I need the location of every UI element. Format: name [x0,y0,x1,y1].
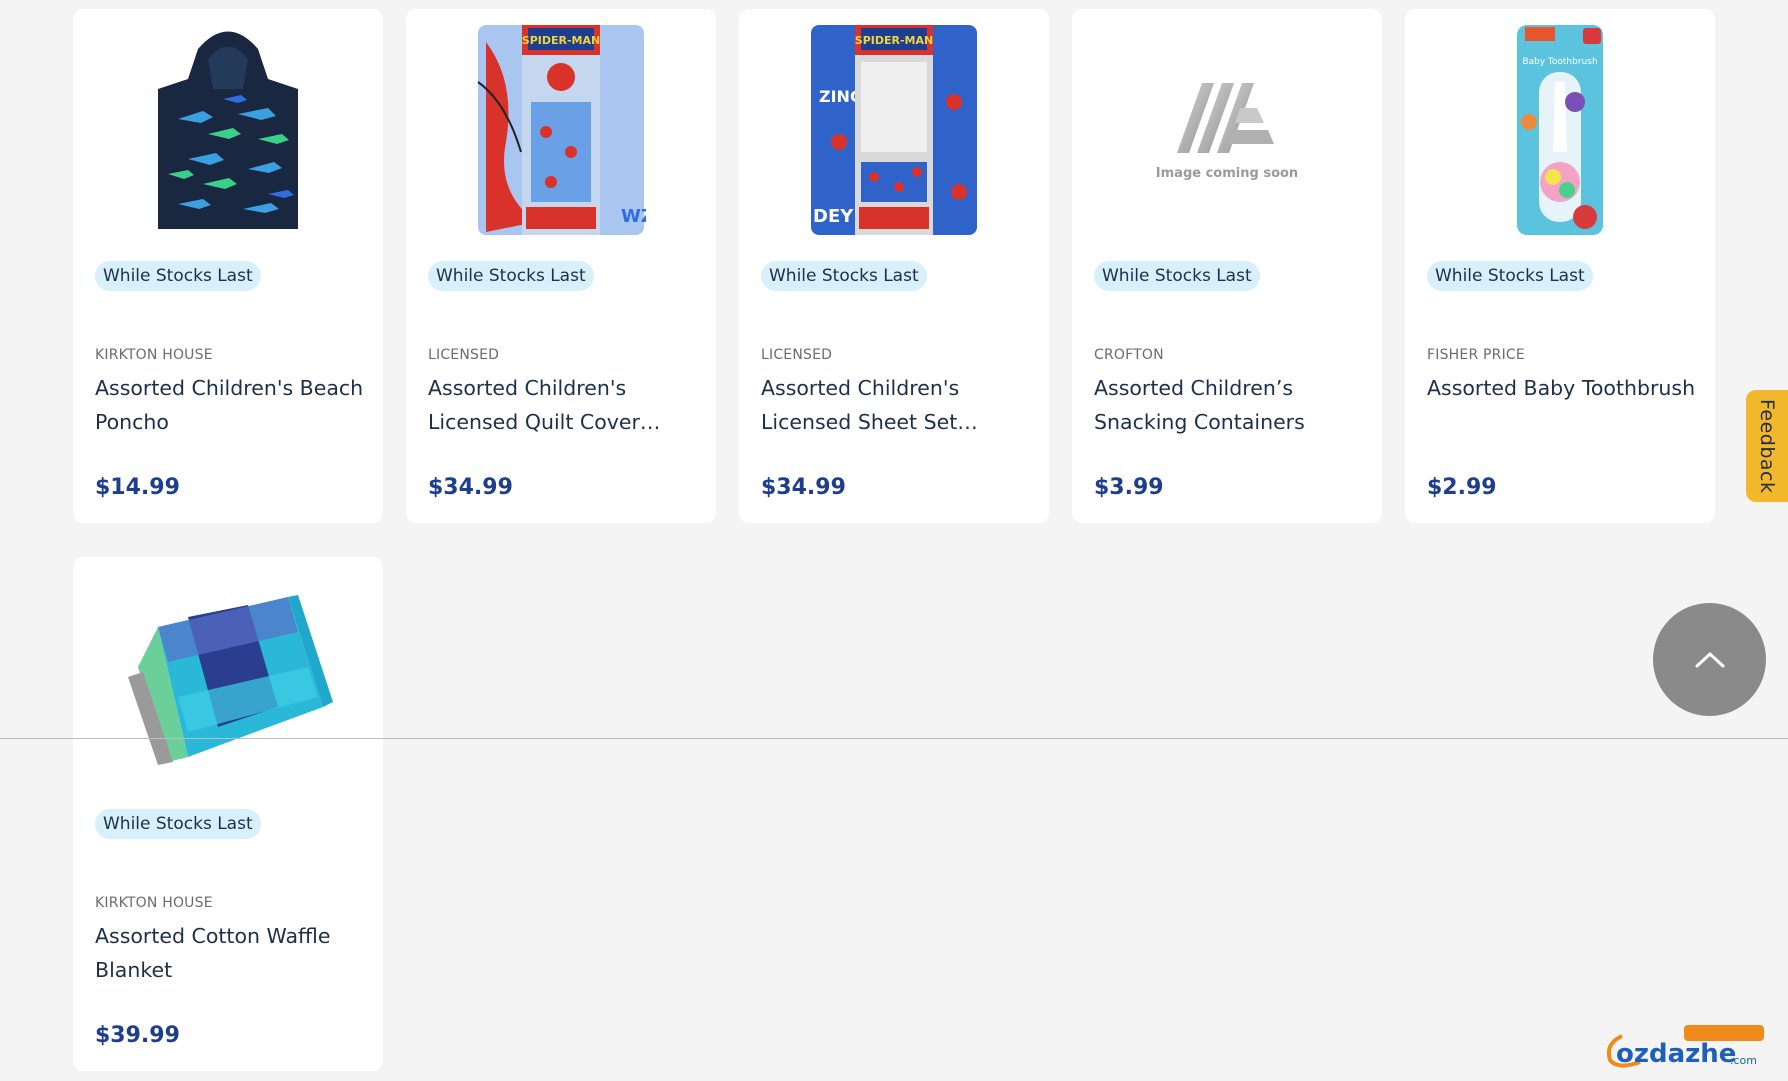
svg-text:DEY: DEY [813,206,854,227]
product-name[interactable]: Assorted Children's Licensed Sheet Set S… [761,371,1031,439]
product-card[interactable]: While Stocks Last KIRKTON HOUSE Assorted… [73,9,383,523]
product-price: $34.99 [761,475,846,500]
svg-text:SPIDER-MAN: SPIDER-MAN [522,34,600,47]
svg-text:ozdazhe: ozdazhe [1616,1039,1736,1069]
product-price: $34.99 [428,475,513,500]
image-coming-soon-text: Image coming soon [1155,165,1299,181]
product-name[interactable]: Assorted Children's Beach Poncho [95,371,365,439]
product-name[interactable]: Assorted Children’s Snacking Containers [1094,371,1364,439]
product-image[interactable]: Image coming soon [1072,9,1382,249]
feedback-tab[interactable]: Feedback [1746,390,1788,502]
baby-toothbrush-image: Baby Toothbrush [1517,24,1603,235]
product-image[interactable]: ZING! DEY SPIDER-MAN [739,9,1049,249]
while-stocks-last-badge: While Stocks Last [761,261,927,291]
svg-text:SPIDER-MAN: SPIDER-MAN [855,34,933,47]
ozdazhe-logo: ozdazhe .com [1606,1025,1764,1069]
svg-text:Baby Toothbrush: Baby Toothbrush [1522,57,1597,67]
product-card[interactable]: ZING! DEY SPIDER-MAN While Stocks Last L… [739,9,1049,523]
while-stocks-last-badge: While Stocks Last [95,809,261,839]
product-card[interactable]: Baby Toothbrush While Stocks Last FISHER… [1405,9,1715,523]
product-price: $39.99 [95,1023,180,1048]
product-price: $14.99 [95,475,180,500]
product-name[interactable]: Assorted Cotton Waffle Blanket [95,919,365,987]
horizontal-divider [0,738,1788,739]
product-name[interactable]: Assorted Children's Licensed Quilt Cover… [428,371,698,439]
product-price: $2.99 [1427,475,1497,500]
product-image[interactable] [73,557,383,797]
product-brand: LICENSED [761,347,833,363]
while-stocks-last-badge: While Stocks Last [1094,261,1260,291]
product-image[interactable] [73,9,383,249]
product-brand: KIRKTON HOUSE [95,347,213,363]
product-image[interactable]: Baby Toothbrush [1405,9,1715,249]
scroll-to-top-button[interactable] [1653,603,1766,716]
waffle-blanket-image [128,595,333,765]
product-brand: LICENSED [428,347,500,363]
while-stocks-last-badge: While Stocks Last [428,261,594,291]
svg-text:WZ: WZ [621,206,646,227]
while-stocks-last-badge: While Stocks Last [95,261,261,291]
chevron-up-icon [1695,652,1724,667]
product-card[interactable]: Image coming soon While Stocks Last CROF… [1072,9,1382,523]
spiderman-sheet-image: ZING! DEY SPIDER-MAN [811,24,977,235]
svg-text:.com: .com [1730,1054,1757,1067]
product-card[interactable]: While Stocks Last KIRKTON HOUSE Assorted… [73,557,383,1071]
ozdazhe-watermark: ozdazhe .com [1600,1022,1770,1072]
shark-poncho-image [158,31,298,229]
image-placeholder-logo-icon [1176,82,1274,153]
product-image[interactable]: SPIDER-MAN WZ [406,9,716,249]
product-brand: FISHER PRICE [1427,347,1525,363]
product-brand: KIRKTON HOUSE [95,895,213,911]
spiderman-quilt-image: SPIDER-MAN WZ [477,24,646,235]
while-stocks-last-badge: While Stocks Last [1427,261,1593,291]
product-brand: CROFTON [1094,347,1164,363]
product-name[interactable]: Assorted Baby Toothbrush [1427,371,1697,405]
product-price: $3.99 [1094,475,1164,500]
feedback-label: Feedback [1756,398,1778,494]
product-card[interactable]: SPIDER-MAN WZ While Stocks Last LICENSED… [406,9,716,523]
